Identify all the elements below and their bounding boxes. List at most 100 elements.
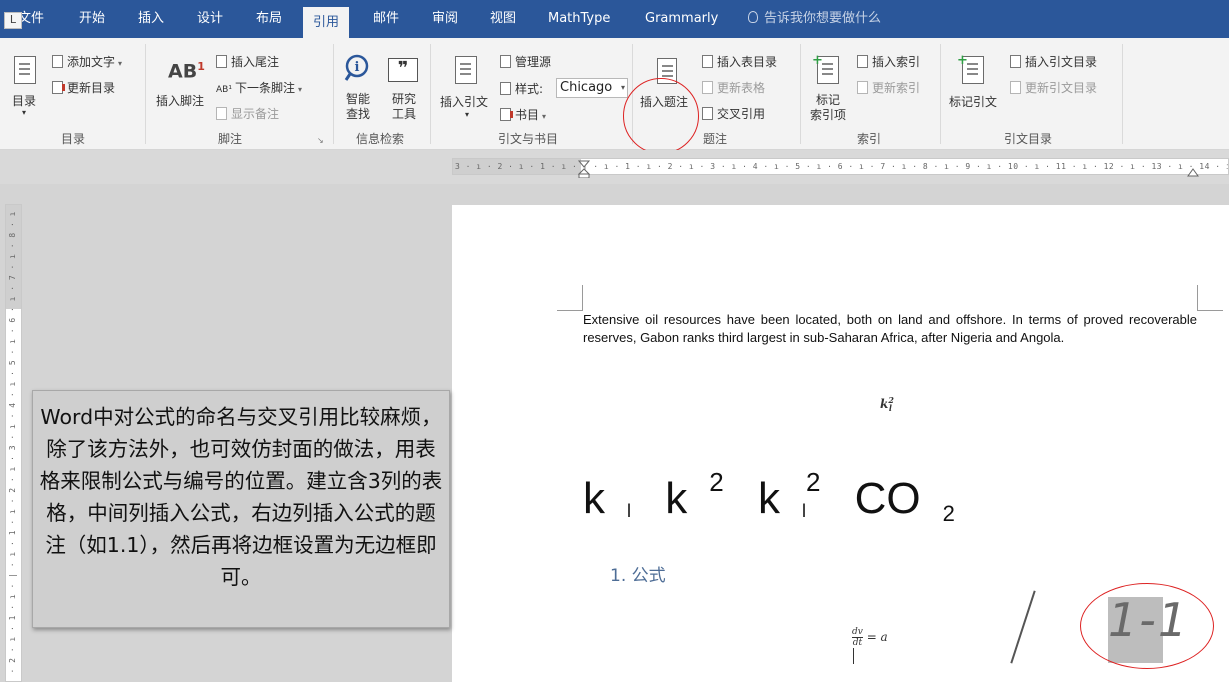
update-index-icon	[857, 81, 868, 94]
show-notes-icon	[216, 107, 227, 120]
group-separator	[430, 44, 431, 144]
text-cursor-icon	[853, 648, 861, 664]
large-formula-row[interactable]: kl k2 k l2 CO 2	[583, 467, 977, 527]
dialog-launcher-icon[interactable]: ↘	[317, 136, 324, 145]
mark-citation-icon: +	[957, 53, 984, 84]
margin-corner-left	[557, 285, 583, 311]
insert-footnote-button[interactable]: 插入脚注	[156, 92, 204, 109]
tab-layout[interactable]: 布局	[256, 0, 282, 38]
update-toa-icon	[1010, 81, 1021, 94]
update-table-of-authorities-button[interactable]: 更新引文目录	[1010, 79, 1097, 96]
formula-k-sub-l: kl	[583, 474, 631, 523]
table-of-contents-icon	[14, 56, 36, 84]
margin-corner-right	[1197, 285, 1223, 311]
group-label-citations: 引文与书目	[498, 132, 559, 146]
equation-dv-dt[interactable]: dv dt = a	[852, 627, 888, 648]
update-table-icon	[702, 81, 713, 94]
toc-dropdown-caret[interactable]: ▾	[22, 108, 26, 117]
group-label-toa: 引文目录	[1004, 132, 1053, 146]
update-toc-icon	[52, 81, 65, 94]
group-label-captions: 题注	[703, 132, 728, 146]
numbered-heading[interactable]: 1. 公式	[610, 561, 666, 586]
formula-co2: CO 2	[854, 474, 955, 526]
formula-k-squared: k2	[665, 467, 724, 523]
mark-entry-button[interactable]: 标记 索引项	[810, 93, 846, 123]
group-separator	[800, 44, 801, 144]
svg-text:i: i	[355, 60, 360, 75]
instruction-note-text: Word中对公式的命名与交叉引用比较麻烦，除了该方法外，也可效仿封面的做法，用表…	[39, 405, 443, 589]
vertical-ruler[interactable]: · 2 · ı · 1 · ı · | · ı · 1 · ı · 2 · ı …	[5, 204, 22, 682]
style-icon	[500, 82, 511, 95]
manage-sources-icon	[500, 55, 511, 68]
update-table-button[interactable]: 更新表格	[702, 79, 765, 96]
equation-k-l-squared-small[interactable]: k2l	[880, 395, 894, 413]
group-label-footnotes: 脚注	[218, 132, 243, 146]
researcher-icon: ❞	[388, 58, 418, 82]
tab-mailings[interactable]: 邮件	[373, 0, 399, 38]
insert-index-button[interactable]: 插入索引	[857, 53, 920, 70]
tab-mathtype[interactable]: MathType	[548, 0, 610, 38]
insert-citation-button[interactable]: 插入引文	[440, 93, 488, 110]
endnote-icon	[216, 55, 227, 68]
next-footnote-icon: AB¹	[216, 85, 232, 95]
add-text-icon	[52, 55, 63, 68]
cross-reference-button[interactable]: 交叉引用	[702, 105, 765, 122]
group-separator	[1122, 44, 1123, 144]
tab-insert[interactable]: 插入	[138, 0, 164, 38]
ribbon-panel: 目录 ▾ 添加文字 ▾ 更新目录 目录 AB1 插入脚注 插入尾注 AB¹ 下一条脚…	[0, 38, 1229, 154]
tell-me-search[interactable]: 告诉我你想要做什么	[748, 0, 881, 38]
vertical-ruler-ticks: · 2 · ı · 1 · ı · | · ı · 1 · ı · 2 · ı …	[8, 211, 17, 674]
horizontal-ruler-ticks: 3 · ı · 2 · ı · 1 · ı · | · ı · 1 · ı · …	[455, 162, 1229, 171]
toc-button[interactable]: 目录	[12, 92, 36, 109]
update-toc-button[interactable]: 更新目录	[52, 79, 115, 96]
bibliography-button[interactable]: 书目 ▾	[500, 106, 546, 123]
insert-citation-icon	[455, 56, 477, 84]
body-paragraph[interactable]: Extensive oil resources have been locate…	[583, 311, 1197, 347]
insert-index-icon	[857, 55, 868, 68]
insert-table-of-figures-button[interactable]: 插入表目录	[702, 53, 777, 70]
add-text-button[interactable]: 添加文字 ▾	[52, 53, 122, 70]
tab-view[interactable]: 视图	[490, 0, 516, 38]
tab-home[interactable]: 开始	[79, 0, 105, 38]
formula-k-sub-l-squared: k l2	[757, 467, 821, 523]
footnote-ab-icon: AB1	[168, 60, 205, 83]
group-separator	[145, 44, 146, 144]
group-label-toc: 目录	[61, 132, 86, 146]
lightbulb-icon	[748, 11, 758, 23]
insert-endnote-button[interactable]: 插入尾注	[216, 53, 279, 70]
tab-review[interactable]: 审阅	[432, 0, 458, 38]
insert-table-of-authorities-button[interactable]: 插入引文目录	[1010, 53, 1097, 70]
highlight-circle-insert-caption	[623, 78, 699, 154]
group-separator	[333, 44, 334, 144]
tab-stop-selector[interactable]: L	[4, 12, 22, 29]
right-indent-marker[interactable]	[1187, 160, 1199, 177]
smart-lookup-button[interactable]: 智能 查找	[346, 92, 370, 122]
horizontal-ruler[interactable]: 3 · ı · 2 · ı · 1 · ı · | · ı · 1 · ı · …	[452, 158, 1229, 175]
ribbon-tab-bar: 文件 开始 插入 设计 布局 引用 邮件 审阅 视图 MathType Gram…	[0, 0, 1229, 38]
bibliography-icon	[500, 108, 513, 121]
manage-sources-button[interactable]: 管理源	[500, 53, 551, 70]
pen-stroke	[1010, 590, 1036, 664]
citation-style-select[interactable]: Chicago ▾	[556, 78, 628, 98]
tab-grammarly[interactable]: Grammarly	[645, 0, 718, 38]
group-label-research: 信息检索	[356, 132, 405, 146]
style-label: 样式:	[500, 80, 543, 97]
citation-dropdown-caret[interactable]: ▾	[465, 110, 469, 119]
mark-entry-icon: +	[812, 53, 839, 84]
tab-design[interactable]: 设计	[197, 0, 223, 38]
next-footnote-button[interactable]: AB¹ 下一条脚注 ▾	[216, 79, 302, 96]
document-page[interactable]: Extensive oil resources have been locate…	[452, 205, 1229, 682]
researcher-button[interactable]: 研究 工具	[392, 92, 416, 122]
group-label-index: 索引	[857, 132, 882, 146]
smart-lookup-icon: i	[344, 54, 372, 82]
cross-reference-icon	[702, 107, 713, 120]
first-line-indent-marker[interactable]	[577, 160, 591, 179]
update-index-button[interactable]: 更新索引	[857, 79, 920, 96]
table-of-authorities-icon	[1010, 55, 1021, 68]
show-notes-button[interactable]: 显示备注	[216, 105, 279, 122]
mark-citation-button[interactable]: 标记引文	[949, 93, 997, 110]
tab-references[interactable]: 引用	[303, 7, 350, 38]
table-of-figures-icon	[702, 55, 713, 68]
highlight-circle-caption	[1080, 583, 1214, 669]
instruction-note: Word中对公式的命名与交叉引用比较麻烦，除了该方法外，也可效仿封面的做法，用表…	[32, 390, 450, 628]
